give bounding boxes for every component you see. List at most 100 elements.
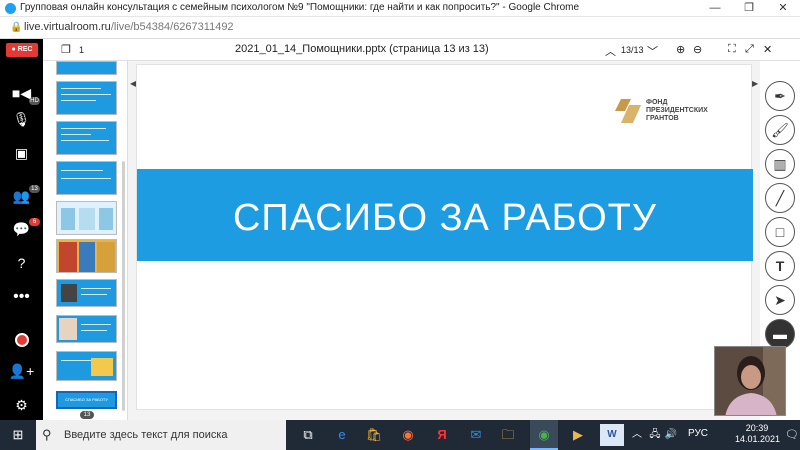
pointer-tool-button[interactable]: ➤ [765, 285, 795, 315]
windows-logo-icon: ⊞ [12, 427, 24, 442]
close-document-button[interactable]: ✕ [763, 43, 772, 56]
chevron-up-icon: ︿ [632, 429, 642, 440]
settings-button[interactable]: ⚙ [0, 393, 43, 417]
start-button[interactable]: ⊞ [0, 420, 36, 450]
slide-thumbnail[interactable] [56, 279, 117, 307]
slide-thumbnail[interactable] [56, 161, 117, 195]
yandex-app[interactable]: Я [430, 420, 454, 450]
thumbnails-scrollbar[interactable] [122, 161, 125, 411]
network-status[interactable]: 🖧 [648, 420, 662, 450]
yandex-icon: Я [437, 427, 447, 442]
line-icon: ╱ [775, 190, 785, 206]
network-icon: 🖧 [649, 429, 661, 440]
participants-button[interactable]: 👥 13 [0, 184, 43, 208]
more-dots-icon: ••• [13, 288, 30, 305]
zoom-out-button[interactable]: ⊖ [693, 43, 702, 56]
logo-text-line1: ФОНД [646, 99, 668, 106]
pages-icon[interactable]: ❐ [61, 43, 71, 56]
collapse-tools-icon[interactable]: ▶ [752, 79, 758, 88]
slide-thumbnail[interactable] [56, 315, 117, 343]
zoom-in-button[interactable]: ⊕ [676, 43, 685, 56]
eraser-tool-button[interactable]: ▬ [765, 319, 795, 349]
record-icon [14, 333, 29, 348]
slide-thumbnail[interactable] [56, 121, 117, 155]
microphone-button[interactable]: 🎙 [0, 107, 43, 131]
slide-thumbnail[interactable] [56, 351, 117, 381]
chrome-app-active[interactable]: ◉ [530, 420, 558, 450]
slide-thumbnail[interactable] [56, 61, 117, 75]
text-tool-button[interactable]: T [765, 251, 795, 281]
close-window-button[interactable]: ✕ [766, 0, 800, 17]
pen-tool-button[interactable]: ✒ [765, 81, 795, 111]
restore-button[interactable]: ❐ [732, 0, 766, 17]
word-app[interactable]: W [600, 424, 624, 446]
chat-button[interactable]: 💬 6 [0, 217, 43, 241]
store-app[interactable]: 🛍 [362, 420, 386, 450]
screen-share-icon: ▣ [14, 145, 29, 161]
chrome-icon: ◉ [538, 427, 550, 442]
taskbar-search-box[interactable]: ⚲ Введите здесь текст для поиска [36, 420, 286, 450]
rectangle-tool-button[interactable]: □ [765, 217, 795, 247]
chat-unread-badge: 6 [29, 218, 40, 226]
chat-icon: 💬 [12, 221, 31, 237]
windows-taskbar: ⊞ ⚲ Введите здесь текст для поиска ⧉ e 🛍… [0, 420, 800, 450]
folder-icon: 🗀 [501, 427, 515, 442]
presentation-slide: ФОНД ПРЕЗИДЕНТСКИХ ГРАНТОВ СПАСИБО ЗА РА… [136, 64, 753, 410]
store-icon: 🛍 [365, 427, 383, 442]
slide-thumbnail-current[interactable]: СПАСИБО ЗА РАБОТУ [56, 391, 117, 409]
slide-thumbnail[interactable] [56, 239, 117, 273]
mail-app[interactable]: ✉ [464, 420, 488, 450]
gear-icon: ⚙ [15, 397, 28, 413]
volume-control[interactable]: 🔊 [664, 420, 678, 450]
fit-screen-button[interactable]: ⛶ [728, 43, 736, 56]
webcam-preview[interactable] [714, 346, 786, 416]
clock-time: 20:39 [745, 423, 769, 433]
fullscreen-button[interactable]: ⤢ [745, 43, 754, 56]
add-user-icon: 👤+ [8, 363, 35, 379]
help-button[interactable]: ? [0, 251, 43, 275]
camera-button[interactable]: ■◀ HD [0, 81, 43, 105]
clock-date: 14.01.2021 [735, 434, 781, 444]
share-screen-button[interactable]: ▣ [0, 141, 43, 165]
text-icon: T [775, 258, 785, 274]
firefox-app[interactable]: ◉ [396, 420, 420, 450]
slide-title-band: СПАСИБО ЗА РАБОТУ [137, 169, 753, 261]
system-clock[interactable]: 20:39 14.01.2021 [735, 423, 781, 445]
more-button[interactable]: ••• [0, 285, 43, 309]
firefox-icon: ◉ [402, 427, 414, 442]
participants-icon: 👥 [12, 188, 31, 204]
question-icon: ? [17, 255, 26, 271]
line-tool-button[interactable]: ╱ [765, 183, 795, 213]
rec-button[interactable]: ● REC [6, 43, 38, 57]
next-page-button[interactable]: ﹀ [647, 43, 658, 59]
slide-thumbnail[interactable] [56, 201, 117, 235]
task-view-button[interactable]: ⧉ [296, 420, 320, 450]
slide-heading: СПАСИБО ЗА РАБОТУ [232, 197, 658, 239]
brush-tool-button[interactable]: 🖌 [765, 115, 795, 145]
cursor-icon: ➤ [774, 292, 786, 308]
logo-text-line3: ГРАНТОВ [646, 115, 679, 122]
tray-expand-button[interactable]: ︿ [630, 420, 644, 450]
explorer-app[interactable]: 🗀 [496, 420, 520, 450]
slide-thumbnail[interactable] [56, 81, 117, 115]
mail-icon: ✉ [470, 427, 482, 442]
edge-app[interactable]: e [330, 420, 354, 450]
pages-count: 1 [79, 45, 85, 55]
marker-icon: ▥ [773, 156, 787, 172]
current-slide-number: 13 [80, 411, 94, 419]
address-bar[interactable]: 🔒 live.virtualroom.ru/live/b54384/626731… [0, 17, 800, 39]
media-app[interactable]: ▶ [566, 420, 590, 450]
participants-count-badge: 13 [29, 185, 40, 193]
document-title: 2021_01_14_Помощники.pptx (страница 13 и… [235, 43, 489, 55]
url-text[interactable]: live.virtualroom.ru/live/b54384/62673114… [24, 21, 234, 33]
edge-icon: e [338, 427, 346, 442]
square-icon: □ [775, 224, 785, 240]
marker-tool-button[interactable]: ▥ [765, 149, 795, 179]
speaker-icon: 🔊 [664, 429, 678, 440]
minimize-button[interactable]: — [698, 0, 732, 17]
previous-page-button[interactable]: ︿ [605, 43, 616, 59]
input-language[interactable]: РУС [688, 428, 708, 439]
record-toggle-button[interactable] [0, 327, 43, 351]
notifications-button[interactable]: 🗨 [784, 420, 800, 450]
invite-button[interactable]: 👤+ [0, 359, 43, 383]
